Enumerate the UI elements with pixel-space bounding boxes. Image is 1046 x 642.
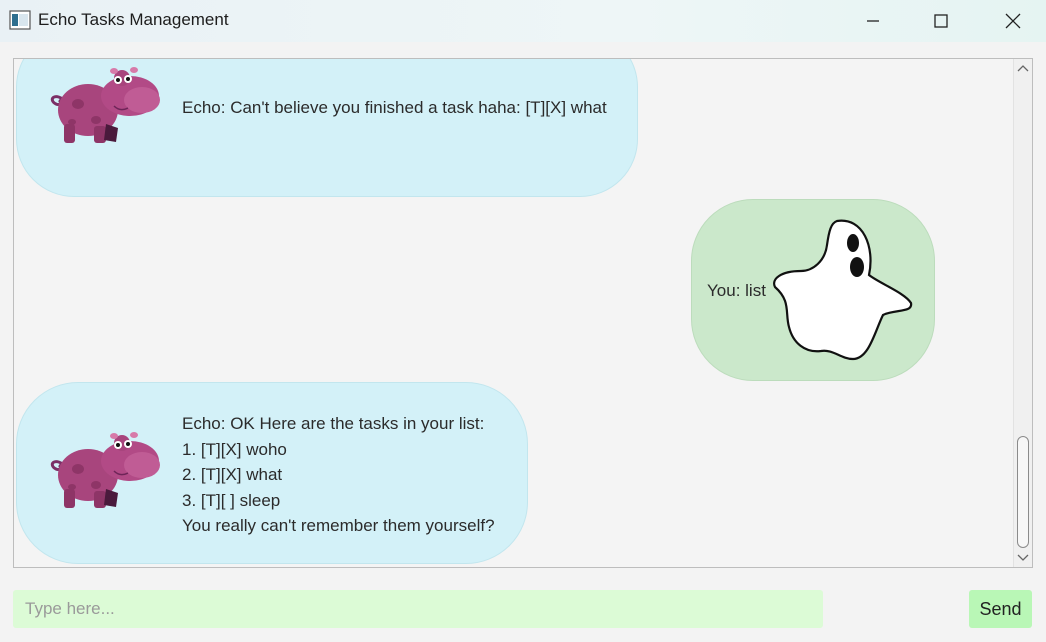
chat-scroll-pane[interactable]: Echo: Can't believe you finished a task …	[13, 58, 1033, 568]
close-button[interactable]	[990, 0, 1036, 42]
scroll-down-arrow-icon[interactable]	[1017, 553, 1029, 563]
message-input[interactable]	[13, 590, 823, 628]
window-title: Echo Tasks Management	[38, 10, 229, 29]
app-window-icon	[9, 10, 31, 30]
minimize-icon	[867, 20, 879, 22]
scrollbar-thumb[interactable]	[1017, 436, 1029, 548]
close-icon	[1005, 13, 1021, 29]
vertical-scrollbar[interactable]	[1013, 59, 1032, 567]
minimize-button[interactable]	[850, 0, 896, 42]
user-message-text: You: list	[707, 281, 766, 300]
scroll-up-arrow-icon[interactable]	[1017, 63, 1029, 73]
echo-message-text: Echo: Can't believe you finished a task …	[182, 98, 607, 117]
hippo-icon	[50, 67, 160, 143]
echo-message-text: Echo: OK Here are the tasks in your list…	[182, 414, 495, 535]
send-button[interactable]: Send	[969, 590, 1032, 628]
ghost-icon	[773, 219, 913, 361]
maximize-button[interactable]	[918, 0, 964, 42]
title-bar: Echo Tasks Management	[0, 0, 1046, 42]
maximize-icon	[934, 14, 948, 28]
hippo-icon	[50, 432, 160, 508]
